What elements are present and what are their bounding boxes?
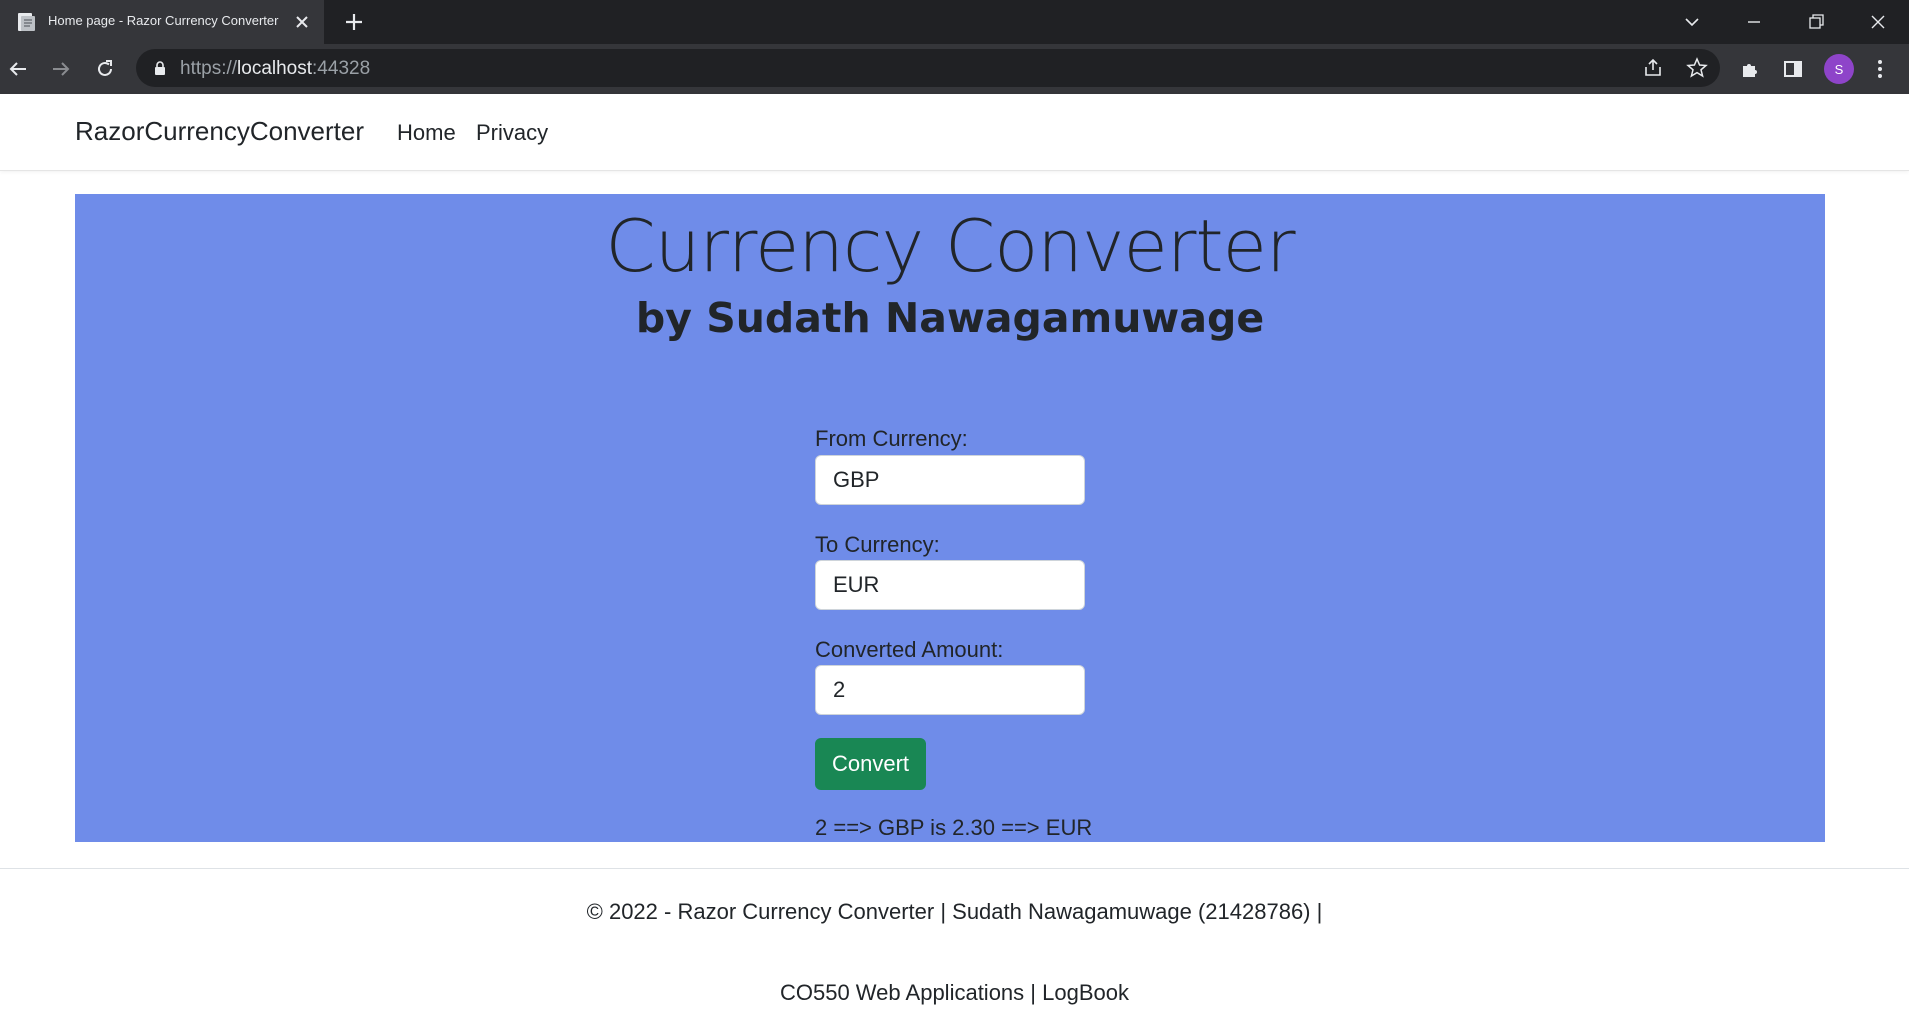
footer-links: CO550 Web Applications | LogBook bbox=[0, 980, 1909, 1006]
back-icon[interactable] bbox=[6, 57, 30, 81]
site-navbar: RazorCurrencyConverter Home Privacy bbox=[0, 94, 1909, 171]
browser-tab-bar: Home page - Razor Currency Converter bbox=[0, 0, 1909, 44]
page-title: Currency Converter bbox=[605, 204, 1295, 288]
lock-icon[interactable] bbox=[152, 60, 168, 76]
amount-label: Converted Amount: bbox=[815, 637, 1004, 662]
logbook-link[interactable]: LogBook bbox=[1042, 980, 1129, 1005]
nav-link-home[interactable]: Home bbox=[397, 120, 456, 146]
close-window-icon[interactable] bbox=[1864, 8, 1892, 36]
page-icon bbox=[18, 13, 35, 31]
close-tab-icon[interactable] bbox=[292, 12, 312, 32]
url-text[interactable]: https://localhost:44328 bbox=[180, 58, 370, 80]
amount-input[interactable] bbox=[815, 665, 1085, 715]
new-tab-icon[interactable] bbox=[342, 10, 366, 34]
reload-icon[interactable] bbox=[93, 57, 117, 81]
forward-icon[interactable] bbox=[49, 57, 73, 81]
extensions-icon[interactable] bbox=[1738, 57, 1762, 81]
brand-link[interactable]: RazorCurrencyConverter bbox=[75, 116, 364, 147]
bookmark-star-icon[interactable] bbox=[1686, 57, 1708, 79]
address-bar[interactable]: https://localhost:44328 bbox=[136, 49, 1720, 87]
browser-tab[interactable]: Home page - Razor Currency Converter bbox=[0, 0, 324, 44]
course-link[interactable]: CO550 Web Applications bbox=[780, 980, 1024, 1005]
nav-link-privacy[interactable]: Privacy bbox=[476, 120, 548, 146]
convert-button[interactable]: Convert bbox=[815, 738, 926, 790]
minimize-icon[interactable] bbox=[1740, 8, 1768, 36]
profile-avatar[interactable]: S bbox=[1824, 54, 1854, 84]
to-currency-input[interactable] bbox=[815, 560, 1085, 610]
conversion-result: 2 ==> GBP is 2.30 ==> EUR bbox=[815, 815, 1093, 840]
from-currency-label: From Currency: bbox=[815, 426, 968, 451]
tab-search-icon[interactable] bbox=[1678, 8, 1706, 36]
to-currency-label: To Currency: bbox=[815, 532, 940, 557]
side-panel-icon[interactable] bbox=[1781, 57, 1805, 81]
menu-kebab-icon[interactable] bbox=[1868, 57, 1892, 81]
site-footer: © 2022 - Razor Currency Converter | Suda… bbox=[0, 868, 1909, 1030]
page-subtitle: by Sudath Nawagamuwage bbox=[635, 294, 1265, 342]
converter-panel: Currency Converter by Sudath Nawagamuwag… bbox=[75, 194, 1825, 842]
footer-copyright: © 2022 - Razor Currency Converter | Suda… bbox=[586, 899, 1323, 924]
tab-title: Home page - Razor Currency Converter bbox=[48, 13, 279, 28]
share-icon[interactable] bbox=[1642, 57, 1664, 79]
from-currency-input[interactable] bbox=[815, 455, 1085, 505]
footer-separator: | bbox=[1030, 980, 1037, 1005]
browser-toolbar: https://localhost:44328 S bbox=[0, 44, 1909, 94]
restore-icon[interactable] bbox=[1802, 8, 1830, 36]
